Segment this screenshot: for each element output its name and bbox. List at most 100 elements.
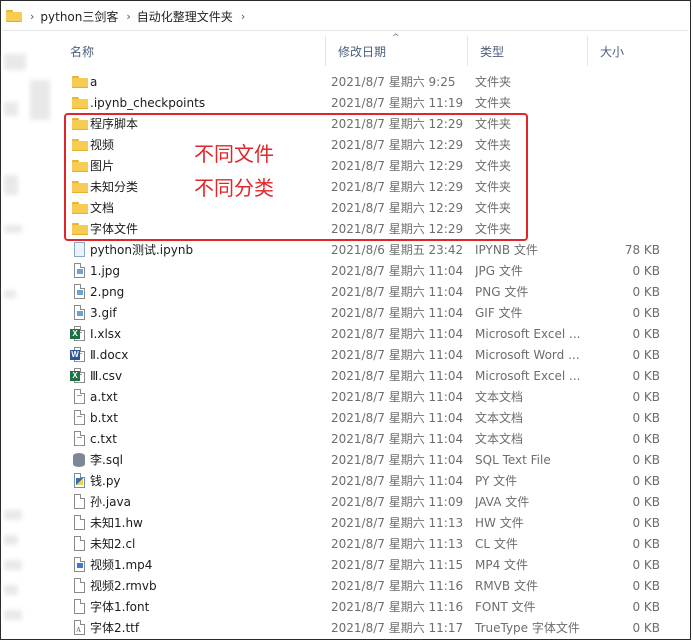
file-name[interactable]: b.txt <box>90 408 320 429</box>
file-date: 2021/8/7 星期六 11:17 <box>331 621 464 635</box>
file-name[interactable]: a <box>90 72 320 93</box>
address-bar[interactable]: › python三剑客 › 自动化整理文件夹 › <box>2 2 688 31</box>
breadcrumb-separator[interactable]: › <box>30 10 34 23</box>
file-type: GIF 文件 <box>475 306 523 320</box>
file-size: 0 KB <box>632 390 660 404</box>
file-row[interactable]: c.txt 2021/8/7 星期六 11:04 文本文档 0 KB <box>58 429 690 450</box>
folder-icon <box>72 76 88 91</box>
file-row[interactable]: b.txt 2021/8/7 星期六 11:04 文本文档 0 KB <box>58 408 690 429</box>
font-file-icon: A <box>74 620 85 635</box>
file-size: 0 KB <box>632 516 660 530</box>
file-date: 2021/8/7 星期六 11:13 <box>331 537 464 551</box>
sort-ascending-icon: ^ <box>392 33 400 43</box>
file-row[interactable]: a 2021/8/7 星期六 9:25 文件夹 <box>58 72 690 93</box>
file-size <box>590 156 660 177</box>
annotation-label-different-files: 不同文件 <box>194 142 274 166</box>
file-size <box>590 135 660 156</box>
file-type: CL 文件 <box>475 537 518 551</box>
file-name[interactable]: 李.sql <box>90 450 320 471</box>
file-date: 2021/8/6 星期五 23:42 <box>331 243 464 257</box>
column-header-size[interactable]: 大小 <box>588 36 678 66</box>
file-row[interactable]: .ipynb_checkpoints 2021/8/7 星期六 11:19 文件夹 <box>58 93 690 114</box>
file-name[interactable]: 未知1.hw <box>90 513 320 534</box>
python-file-icon <box>74 473 85 488</box>
database-file-icon <box>73 453 85 467</box>
file-row[interactable]: 钱.py 2021/8/7 星期六 11:04 PY 文件 0 KB <box>58 471 690 492</box>
file-name[interactable]: 字体1.font <box>90 597 320 618</box>
file-row[interactable]: W Ⅱ.docx 2021/8/7 星期六 11:04 Microsoft Word … <box>58 345 690 366</box>
file-date: 2021/8/7 星期六 11:04 <box>331 348 464 362</box>
file-name[interactable]: 未知2.cl <box>90 534 320 555</box>
file-size: 0 KB <box>632 453 660 467</box>
file-row[interactable]: 1.jpg 2021/8/7 星期六 11:04 JPG 文件 0 KB <box>58 261 690 282</box>
file-date: 2021/8/7 星期六 11:04 <box>331 411 464 425</box>
file-row[interactable]: 未知1.hw 2021/8/7 星期六 11:13 HW 文件 0 KB <box>58 513 690 534</box>
file-size: 78 KB <box>624 243 660 257</box>
file-date: 2021/8/7 星期六 9:25 <box>331 75 456 89</box>
column-header-type[interactable]: 类型 <box>468 36 588 66</box>
file-row[interactable]: 字体1.font 2021/8/7 星期六 11:16 FONT 文件 0 KB <box>58 597 690 618</box>
blank-file-icon <box>74 494 85 509</box>
text-file-icon <box>74 389 85 404</box>
file-date: 2021/8/7 星期六 11:04 <box>331 264 464 278</box>
file-name[interactable]: 3.gif <box>90 303 320 324</box>
file-date: 2021/8/7 星期六 11:04 <box>331 327 464 341</box>
column-header-name[interactable]: 名称 <box>58 36 326 66</box>
file-row[interactable]: 3.gif 2021/8/7 星期六 11:04 GIF 文件 0 KB <box>58 303 690 324</box>
file-name[interactable]: c.txt <box>90 429 320 450</box>
file-name[interactable]: Ⅰ.xlsx <box>90 324 320 345</box>
file-row[interactable]: 未知2.cl 2021/8/7 星期六 11:13 CL 文件 0 KB <box>58 534 690 555</box>
file-type: TrueType 字体文件 <box>475 621 580 635</box>
file-size <box>590 93 660 114</box>
file-name[interactable]: 视频2.rmvb <box>90 576 320 597</box>
breadcrumb-python[interactable]: python三剑客 <box>40 8 118 25</box>
file-size: 0 KB <box>632 621 660 635</box>
file-name[interactable]: 钱.py <box>90 471 320 492</box>
file-row[interactable]: A 字体2.ttf 2021/8/7 星期六 11:17 TrueType 字体文件 0… <box>58 618 690 639</box>
file-size: 0 KB <box>632 369 660 383</box>
file-name[interactable]: a.txt <box>90 387 320 408</box>
file-row[interactable]: 视频2.rmvb 2021/8/7 星期六 11:16 RMVB 文件 0 KB <box>58 576 690 597</box>
breadcrumb-current-folder[interactable]: 自动化整理文件夹 <box>137 8 233 25</box>
file-name[interactable]: Ⅱ.docx <box>90 345 320 366</box>
file-size: 0 KB <box>632 600 660 614</box>
breadcrumb-separator[interactable]: › <box>126 10 130 23</box>
file-date: 2021/8/7 星期六 11:04 <box>331 285 464 299</box>
file-type: Microsoft Excel ... <box>475 369 581 383</box>
video-file-icon <box>74 557 85 572</box>
file-date: 2021/8/7 星期六 11:04 <box>331 390 464 404</box>
file-name[interactable]: 视频1.mp4 <box>90 555 320 576</box>
folder-icon <box>72 97 88 112</box>
folder-icon <box>6 10 22 22</box>
file-type: MP4 文件 <box>475 558 529 572</box>
file-row[interactable]: X Ⅲ.csv 2021/8/7 星期六 11:04 Microsoft Excel … <box>58 366 690 387</box>
text-file-icon <box>74 410 85 425</box>
word-badge-icon: W <box>70 350 80 360</box>
file-row[interactable]: a.txt 2021/8/7 星期六 11:04 文本文档 0 KB <box>58 387 690 408</box>
file-date: 2021/8/7 星期六 11:15 <box>331 558 464 572</box>
file-type: JAVA 文件 <box>475 495 530 509</box>
file-row[interactable]: 2.png 2021/8/7 星期六 11:04 PNG 文件 0 KB <box>58 282 690 303</box>
file-date: 2021/8/7 星期六 11:19 <box>331 96 464 110</box>
file-type: 文本文档 <box>475 411 524 425</box>
file-row[interactable]: python测试.ipynb 2021/8/6 星期五 23:42 IPYNB 文件… <box>58 240 690 261</box>
file-name[interactable]: 2.png <box>90 282 320 303</box>
file-name[interactable]: .ipynb_checkpoints <box>90 93 320 114</box>
file-type: 文件夹 <box>475 96 512 110</box>
navigation-pane[interactable] <box>0 30 58 638</box>
excel-badge-icon: X <box>70 371 80 381</box>
file-row[interactable]: 李.sql 2021/8/7 星期六 11:04 SQL Text File 0 KB <box>58 450 690 471</box>
blank-file-icon <box>74 578 85 593</box>
file-row[interactable]: 孙.java 2021/8/7 星期六 11:09 JAVA 文件 0 KB <box>58 492 690 513</box>
file-row[interactable]: 视频1.mp4 2021/8/7 星期六 11:15 MP4 文件 0 KB <box>58 555 690 576</box>
text-file-icon <box>74 431 85 446</box>
file-date: 2021/8/7 星期六 11:04 <box>331 474 464 488</box>
file-name[interactable]: python测试.ipynb <box>90 240 320 261</box>
file-name[interactable]: 孙.java <box>90 492 320 513</box>
breadcrumb-separator[interactable]: › <box>241 10 245 23</box>
file-name[interactable]: 字体2.ttf <box>90 618 320 639</box>
column-header-bar: 名称 修改日期 类型 大小 <box>58 36 690 66</box>
file-name[interactable]: Ⅲ.csv <box>90 366 320 387</box>
file-row[interactable]: X Ⅰ.xlsx 2021/8/7 星期六 11:04 Microsoft Excel… <box>58 324 690 345</box>
file-name[interactable]: 1.jpg <box>90 261 320 282</box>
